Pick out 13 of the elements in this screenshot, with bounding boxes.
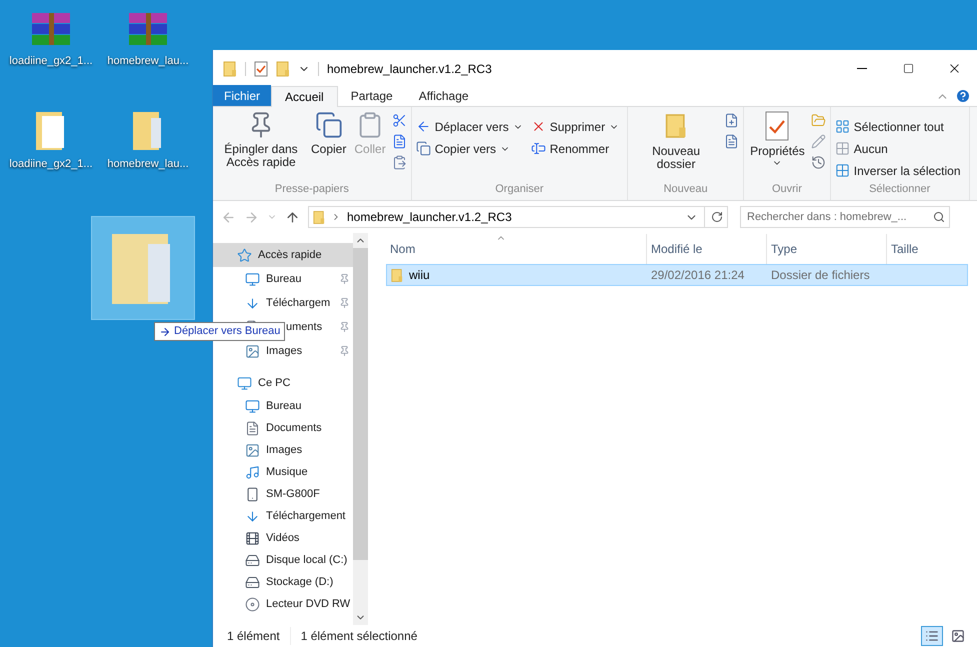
status-text: 1 élément bbox=[227, 628, 281, 645]
ribbon-group-label: Presse-papiers bbox=[274, 182, 350, 196]
file-name: wiiu bbox=[409, 267, 430, 284]
ribbon-group-label: Nouveau bbox=[662, 182, 709, 196]
ribbon-group-label: Sélectionner bbox=[868, 182, 932, 196]
ribbon-group-label: Ouvrir bbox=[770, 182, 803, 196]
status-text: 1 élément sélectionné bbox=[290, 627, 428, 645]
drag-tooltip: Déplacer vers Bureau bbox=[154, 322, 286, 341]
ribbon-group-label: Organiser bbox=[494, 182, 545, 196]
address-path: homebrew_launcher.v1.2_RC3 bbox=[347, 209, 512, 226]
file-type: Dossier de fichiers bbox=[770, 267, 871, 284]
modified-date: 29/02/2016 21:24 bbox=[650, 267, 746, 284]
window-title: homebrew_launcher.v1.2_RC3 bbox=[327, 60, 492, 78]
